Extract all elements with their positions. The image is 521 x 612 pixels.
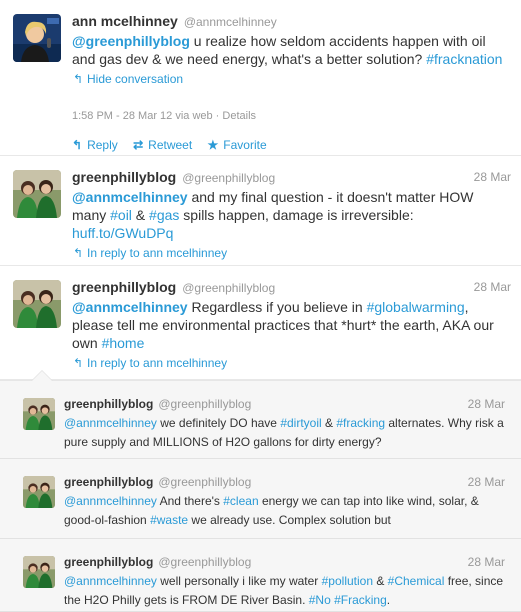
author-name[interactable]: ann mcelhinney	[72, 13, 178, 29]
avatar-greenphillyblog-icon	[13, 170, 61, 218]
tweet-reply: greenphillyblog @greenphillyblog 28 Mar @…	[0, 156, 521, 266]
avatar[interactable]	[13, 14, 61, 62]
hashtag-link[interactable]: #gas	[149, 207, 179, 223]
tweet-date[interactable]: 28 Mar	[474, 278, 511, 297]
nested-replies: greenphillyblog @greenphillyblog 28 Mar @…	[0, 370, 521, 612]
reply-arrow-icon: ↰	[72, 72, 84, 86]
author-screen-name[interactable]: @annmcelhinney	[184, 15, 277, 29]
hashtag-link[interactable]: #clean	[223, 494, 258, 508]
tweet-text-segment: Regardless if you believe in	[187, 299, 367, 315]
hashtag-link[interactable]: #pollution	[322, 574, 373, 588]
tweet-text: @annmcelhinney Regardless if you believe…	[72, 298, 511, 352]
tweet-date[interactable]: 28 Mar	[468, 395, 505, 414]
author-screen-name[interactable]: @greenphillyblog	[158, 555, 251, 569]
reply-arrow-icon: ↰	[72, 246, 84, 260]
nested-tweet: greenphillyblog @greenphillyblog 28 Mar @…	[0, 381, 521, 459]
hide-conversation-link[interactable]: ↰ Hide conversation	[72, 70, 511, 89]
tweet-text: @annmcelhinney well personally i like my…	[64, 572, 505, 610]
avatar-ann-icon	[13, 14, 61, 62]
tweet-text-segment: &	[373, 574, 388, 588]
nested-tweet: greenphillyblog @greenphillyblog 28 Mar @…	[0, 459, 521, 539]
tweet-text-segment: we definitely DO have	[156, 416, 281, 430]
author-screen-name[interactable]: @greenphillyblog	[158, 475, 251, 489]
caret-pointer	[32, 371, 52, 381]
reply-arrow-icon: ↰	[72, 356, 84, 370]
retweet-icon: ⇄	[133, 138, 144, 152]
tweet-text-segment: And there's	[156, 494, 224, 508]
tweet-text: @annmcelhinney and my final question - i…	[72, 188, 511, 242]
tweet-text-segment: well personally i like my water	[156, 574, 322, 588]
in-reply-to-link[interactable]: ↰ In reply to ann mcelhinney	[72, 244, 511, 263]
avatar[interactable]	[13, 280, 61, 328]
mention-link[interactable]: @annmcelhinney	[72, 299, 188, 315]
author-name[interactable]: greenphillyblog	[64, 397, 153, 411]
author-name[interactable]: greenphillyblog	[72, 169, 176, 185]
avatar[interactable]	[23, 556, 55, 588]
tweet-text-segment: we already use. Complex solution but	[188, 513, 391, 527]
mention-link[interactable]: @annmcelhinney	[64, 574, 157, 588]
reply-button[interactable]: ↰ Reply	[72, 138, 118, 152]
tweet-text: @greenphillyblog u realize how seldom ac…	[72, 32, 511, 68]
nested-tweet: greenphillyblog @greenphillyblog 28 Mar @…	[0, 539, 521, 612]
author-screen-name[interactable]: @greenphillyblog	[182, 281, 275, 295]
author-name[interactable]: greenphillyblog	[64, 475, 153, 489]
hashtag-link[interactable]: #dirtyoil	[280, 416, 321, 430]
hashtag-link[interactable]: #Fracking	[334, 593, 387, 607]
tweet-date[interactable]: 28 Mar	[474, 168, 511, 187]
reply-arrow-icon: ↰	[72, 138, 83, 152]
author-screen-name[interactable]: @greenphillyblog	[182, 171, 275, 185]
tweet-focused: ann mcelhinney @annmcelhinney @greenphill…	[0, 0, 521, 156]
tweet-text: @annmcelhinney And there's #clean energy…	[64, 492, 505, 530]
hashtag-link[interactable]: #No	[309, 593, 331, 607]
tweet-timestamp[interactable]: 1:58 PM - 28 Mar 12 via web · Details	[72, 107, 511, 126]
hashtag-link[interactable]: #oil	[110, 207, 132, 223]
tweet-date[interactable]: 28 Mar	[468, 473, 505, 492]
hashtag-link[interactable]: #Chemical	[388, 574, 445, 588]
hashtag-link[interactable]: #fracknation	[426, 51, 502, 67]
star-icon: ★	[207, 138, 219, 152]
mention-link[interactable]: @annmcelhinney	[64, 416, 157, 430]
tweet-text-segment: .	[386, 593, 391, 607]
tweet-actions: ↰ Reply ⇄ Retweet ★ Favorite	[72, 136, 511, 155]
tweet-text-segment: spills happen, damage is irreversible:	[179, 207, 414, 223]
tweet-text: @annmcelhinney we definitely DO have #di…	[64, 414, 505, 452]
hashtag-link[interactable]: #home	[102, 335, 145, 351]
author-screen-name[interactable]: @greenphillyblog	[158, 397, 251, 411]
mention-link[interactable]: @annmcelhinney	[72, 189, 188, 205]
author-name[interactable]: greenphillyblog	[64, 555, 153, 569]
tweet-date[interactable]: 28 Mar	[468, 553, 505, 572]
avatar[interactable]	[23, 476, 55, 508]
avatar-greenphillyblog-icon	[23, 476, 55, 508]
author-name[interactable]: greenphillyblog	[72, 279, 176, 295]
avatar[interactable]	[23, 398, 55, 430]
avatar-greenphillyblog-icon	[23, 398, 55, 430]
favorite-button[interactable]: ★ Favorite	[208, 138, 267, 152]
url-link[interactable]: huff.to/GWuDPq	[72, 225, 173, 241]
tweet-reply: greenphillyblog @greenphillyblog 28 Mar @…	[0, 266, 521, 380]
in-reply-to-link[interactable]: ↰ In reply to ann mcelhinney	[72, 354, 511, 373]
mention-link[interactable]: @annmcelhinney	[64, 494, 157, 508]
retweet-button[interactable]: ⇄ Retweet	[133, 138, 192, 152]
hashtag-link[interactable]: #fracking	[336, 416, 385, 430]
avatar[interactable]	[13, 170, 61, 218]
avatar-greenphillyblog-icon	[23, 556, 55, 588]
hashtag-link[interactable]: #waste	[150, 513, 188, 527]
hashtag-link[interactable]: #globalwarming	[367, 299, 465, 315]
tweet-text-segment: &	[131, 207, 150, 223]
tweet-text-segment: &	[321, 416, 337, 430]
avatar-greenphillyblog-icon	[13, 280, 61, 328]
mention-link[interactable]: @greenphillyblog	[72, 33, 190, 49]
